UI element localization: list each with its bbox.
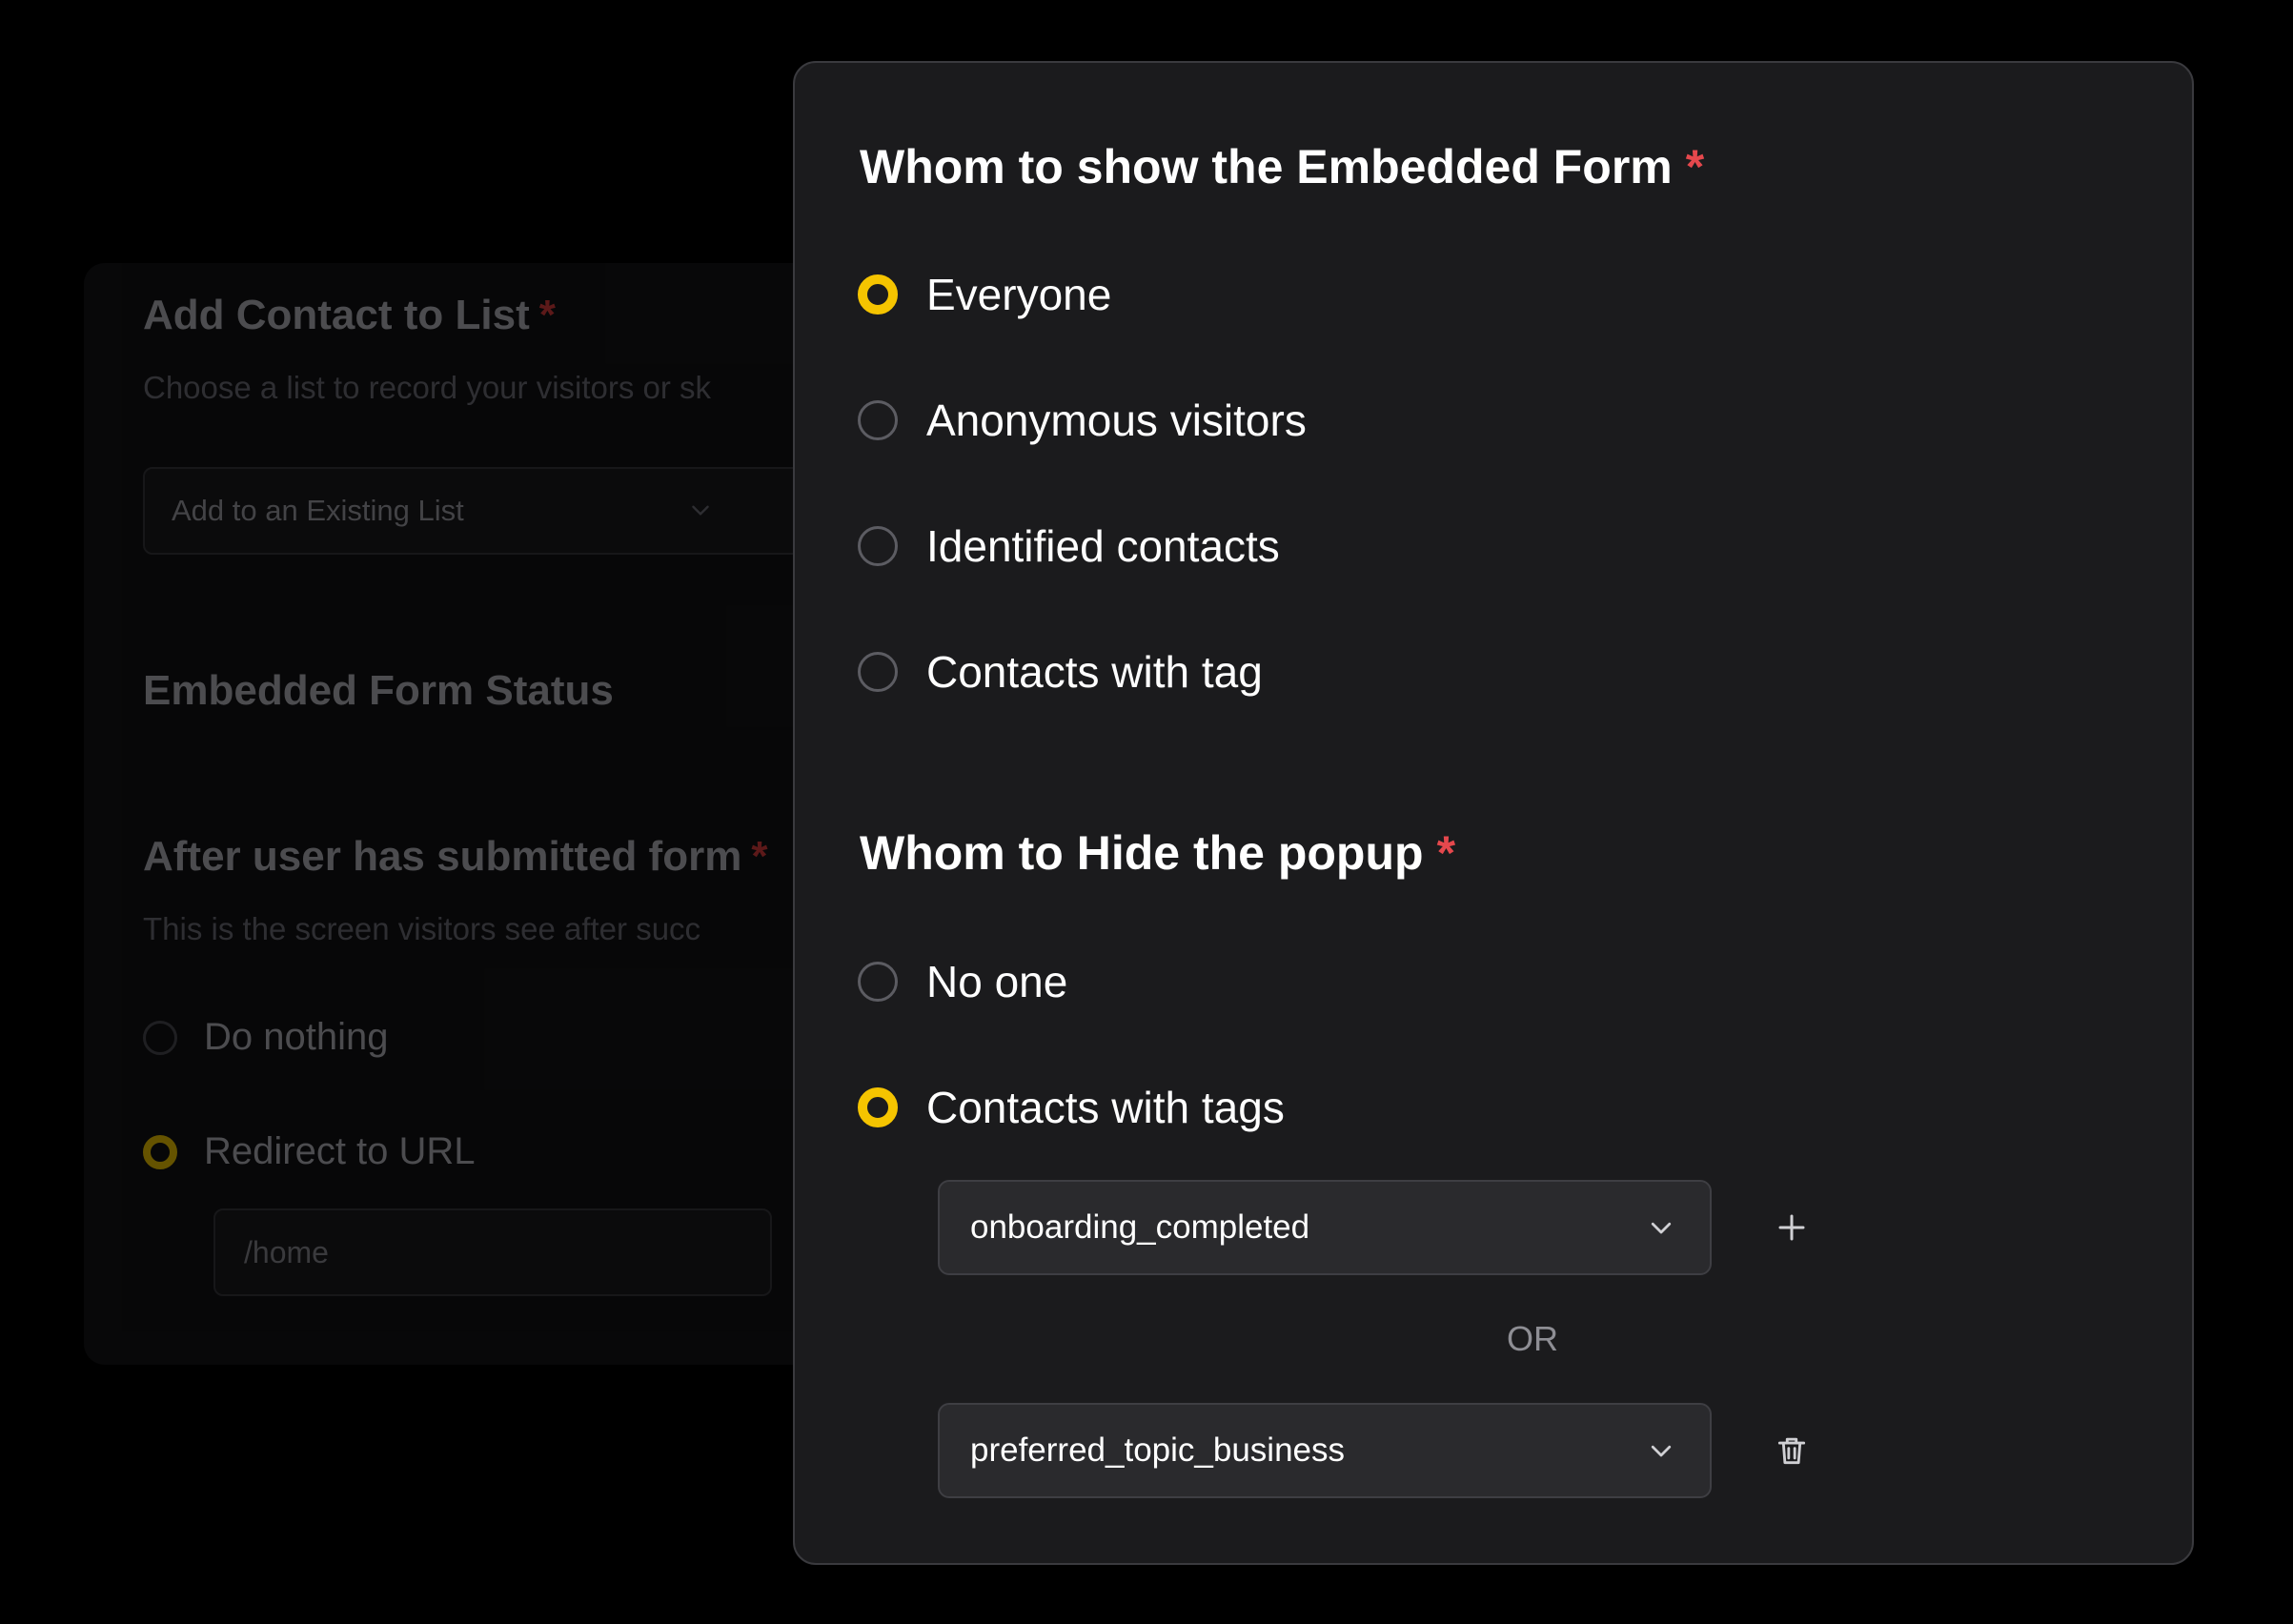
after-submit-title: After user has submitted form * <box>143 833 767 881</box>
form-status-title: Embedded Form Status <box>143 667 614 714</box>
show-section-title-text: Whom to show the Embedded Form <box>860 140 1673 193</box>
radio-circle-selected <box>858 1087 898 1127</box>
radio-label: Everyone <box>926 270 1112 319</box>
show-section-title: Whom to show the Embedded Form * <box>860 139 1704 194</box>
radio-label: Do nothing <box>204 1016 389 1058</box>
radio-identified-contacts[interactable]: Identified contacts <box>858 520 1280 572</box>
radio-do-nothing[interactable]: Do nothing <box>143 1016 388 1059</box>
add-tag-button[interactable] <box>1771 1207 1813 1248</box>
hide-section-title-text: Whom to Hide the popup <box>860 826 1424 880</box>
radio-circle <box>858 962 898 1002</box>
radio-contacts-with-tags[interactable]: Contacts with tags <box>858 1082 1285 1133</box>
add-contact-title-text: Add Contact to List <box>143 292 530 338</box>
radio-circle <box>858 526 898 566</box>
chevron-down-icon <box>692 505 709 516</box>
after-submit-title-text: After user has submitted form <box>143 833 742 880</box>
tag-select-2[interactable]: preferred_topic_business <box>938 1403 1712 1498</box>
required-asterisk: * <box>751 833 768 880</box>
radio-circle-selected <box>858 274 898 315</box>
tag-select-value: preferred_topic_business <box>970 1431 1346 1469</box>
radio-label: Contacts with tag <box>926 647 1263 697</box>
radio-contacts-with-tag[interactable]: Contacts with tag <box>858 646 1263 698</box>
after-submit-subtitle: This is the screen visitors see after su… <box>143 911 701 946</box>
delete-tag-button[interactable] <box>1771 1430 1813 1472</box>
required-asterisk: * <box>1436 826 1456 880</box>
trash-icon <box>1777 1437 1806 1465</box>
or-separator: OR <box>1507 1319 1558 1358</box>
add-contact-title: Add Contact to List * <box>143 292 556 339</box>
required-asterisk: * <box>1685 140 1705 193</box>
radio-label: Contacts with tags <box>926 1083 1285 1132</box>
chevron-down-icon <box>1651 1222 1672 1234</box>
radio-everyone[interactable]: Everyone <box>858 269 1111 320</box>
redirect-url-input[interactable]: /home <box>213 1208 772 1296</box>
add-contact-subtitle: Choose a list to record your visitors or… <box>143 370 712 405</box>
radio-circle-selected <box>143 1134 177 1169</box>
radio-label: Redirect to URL <box>204 1130 476 1172</box>
radio-label: No one <box>926 957 1068 1006</box>
visibility-modal: Whom to show the Embedded Form * Everyone… <box>793 61 2194 1565</box>
plus-icon <box>1778 1214 1805 1241</box>
radio-circle <box>858 400 898 440</box>
radio-label: Anonymous visitors <box>926 396 1307 445</box>
radio-no-one[interactable]: No one <box>858 956 1067 1007</box>
radio-anonymous-visitors[interactable]: Anonymous visitors <box>858 395 1307 446</box>
list-select-value: Add to an Existing List <box>172 494 464 527</box>
radio-label: Identified contacts <box>926 521 1280 571</box>
radio-redirect-url[interactable]: Redirect to URL <box>143 1130 476 1173</box>
hide-section-title: Whom to Hide the popup * <box>860 825 1455 881</box>
radio-circle <box>143 1020 177 1055</box>
required-asterisk: * <box>538 292 556 338</box>
tag-select-value: onboarding_completed <box>970 1208 1310 1246</box>
list-select[interactable]: Add to an Existing List <box>143 467 867 555</box>
radio-circle <box>858 652 898 692</box>
tag-select-1[interactable]: onboarding_completed <box>938 1180 1712 1275</box>
chevron-down-icon <box>1651 1445 1672 1457</box>
